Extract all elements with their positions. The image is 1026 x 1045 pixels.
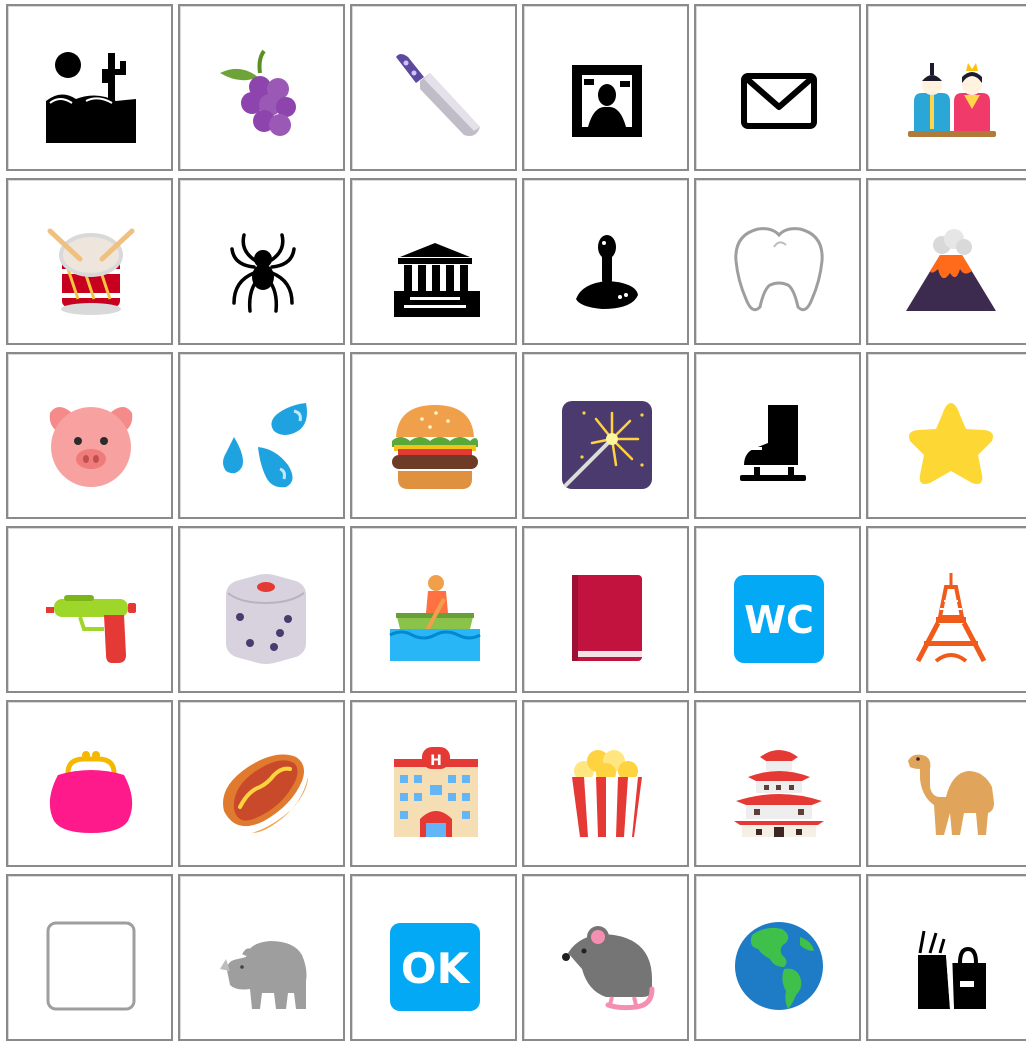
- cell-camel[interactable]: [866, 700, 1026, 867]
- cell-tokyo-tower[interactable]: [866, 526, 1026, 693]
- cell-grapes[interactable]: [178, 4, 345, 171]
- ok-label: OK: [401, 944, 471, 993]
- cell-joystick[interactable]: [522, 178, 689, 345]
- cell-envelope[interactable]: [694, 4, 861, 171]
- popcorn-icon: [572, 750, 642, 837]
- cell-tooth[interactable]: [694, 178, 861, 345]
- mouse-icon: [562, 926, 655, 1011]
- sweat-droplets-icon: [223, 403, 307, 488]
- cell-japanese-castle[interactable]: [694, 700, 861, 867]
- cell-closed-book[interactable]: [522, 526, 689, 693]
- pig-face-icon: [49, 407, 133, 487]
- tooth-icon: [734, 227, 824, 312]
- cell-classical-building[interactable]: [350, 178, 517, 345]
- volcano-icon: [906, 229, 996, 311]
- star-icon: [909, 403, 993, 484]
- cell-sparkler[interactable]: [522, 352, 689, 519]
- envelope-icon: [741, 73, 817, 129]
- desert-icon: [46, 52, 136, 143]
- cell-kitchen-knife[interactable]: [350, 4, 517, 171]
- emoji-grid: WC H OK: [6, 4, 1026, 1045]
- japanese-dolls-icon: [908, 63, 996, 137]
- cell-japanese-dolls[interactable]: [866, 4, 1026, 171]
- globe-americas-icon: [735, 922, 823, 1010]
- cell-hotel[interactable]: H: [350, 700, 517, 867]
- cell-hamburger[interactable]: [350, 352, 517, 519]
- cell-rhinoceros[interactable]: [178, 874, 345, 1041]
- spider-icon: [230, 233, 296, 313]
- svg-text:H: H: [430, 753, 442, 769]
- drum-icon: [47, 228, 135, 315]
- water-closet-icon: WC: [734, 575, 824, 663]
- wc-label: WC: [744, 598, 814, 642]
- ok-button-icon: OK: [390, 923, 480, 1011]
- purse-icon: [49, 751, 133, 833]
- cell-water-closet[interactable]: WC: [694, 526, 861, 693]
- rhinoceros-icon: [220, 941, 307, 1009]
- shopping-bags-icon: [918, 930, 986, 1009]
- person-rowing-boat-icon: [389, 575, 481, 661]
- camel-icon: [908, 754, 994, 835]
- cell-ok-button[interactable]: OK: [350, 874, 517, 1041]
- cell-person-rowing-boat[interactable]: [350, 526, 517, 693]
- hamburger-icon: [392, 405, 478, 489]
- cell-pig-face[interactable]: [6, 352, 173, 519]
- game-die-icon: [226, 574, 306, 664]
- japanese-castle-icon: [734, 750, 824, 837]
- white-square-button-icon: [46, 921, 136, 1011]
- cell-drum[interactable]: [6, 178, 173, 345]
- hotel-icon: H: [394, 747, 478, 837]
- cell-globe-americas[interactable]: [694, 874, 861, 1041]
- cell-desert[interactable]: [6, 4, 173, 171]
- kitchen-knife-icon: [396, 54, 480, 136]
- cell-purse[interactable]: [6, 700, 173, 867]
- cell-popcorn[interactable]: [522, 700, 689, 867]
- cell-star[interactable]: [866, 352, 1026, 519]
- cell-ice-skate[interactable]: [694, 352, 861, 519]
- cell-sweat-droplets[interactable]: [178, 352, 345, 519]
- hot-dog-icon: [223, 754, 308, 833]
- cell-mouse[interactable]: [522, 874, 689, 1041]
- framed-picture-icon: [572, 65, 642, 137]
- cell-framed-picture[interactable]: [522, 4, 689, 171]
- grapes-icon: [220, 49, 296, 136]
- cell-volcano[interactable]: [866, 178, 1026, 345]
- cell-water-pistol[interactable]: [6, 526, 173, 693]
- cell-game-die[interactable]: [178, 526, 345, 693]
- cell-shopping-bags[interactable]: [866, 874, 1026, 1041]
- joystick-icon: [576, 235, 638, 309]
- sparkler-icon: [562, 401, 652, 489]
- cell-spider[interactable]: [178, 178, 345, 345]
- cell-white-square-button[interactable]: [6, 874, 173, 1041]
- water-pistol-icon: [46, 595, 136, 663]
- closed-book-icon: [572, 575, 642, 661]
- tokyo-tower-icon: [915, 573, 987, 663]
- classical-building-icon: [394, 243, 480, 317]
- cell-hot-dog[interactable]: [178, 700, 345, 867]
- ice-skate-icon: [740, 405, 806, 481]
